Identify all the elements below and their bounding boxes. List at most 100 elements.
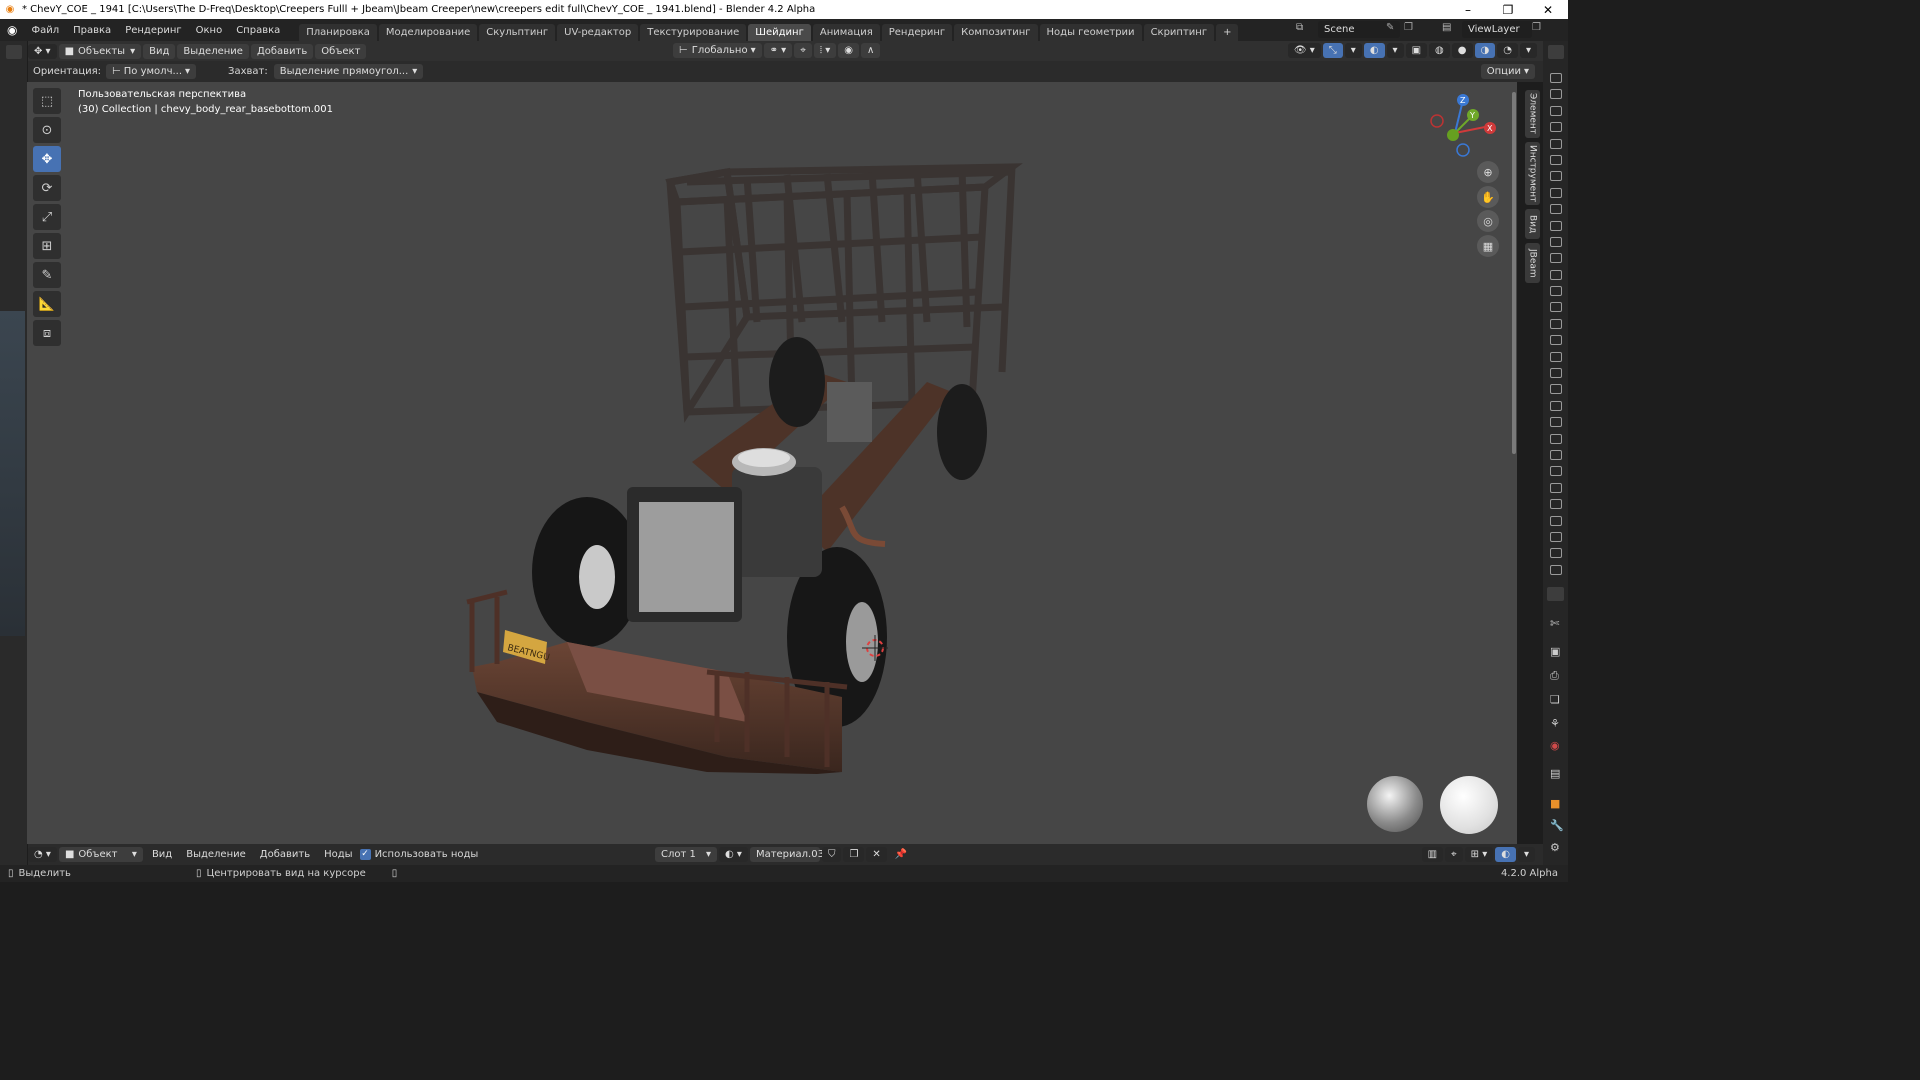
menu-window[interactable]: Окно bbox=[189, 25, 230, 36]
menu-file[interactable]: Файл bbox=[24, 25, 66, 36]
camera-icon[interactable] bbox=[1549, 204, 1562, 215]
3d-viewport[interactable]: BEATNGU Пользовательская перспектива (30… bbox=[27, 82, 1517, 844]
overlay-options[interactable]: ▾ bbox=[1517, 847, 1535, 862]
falloff-button[interactable]: ∧ bbox=[861, 43, 881, 58]
scale-tool-icon[interactable]: ⤢ bbox=[33, 204, 61, 230]
unlink-material-icon[interactable]: ✕ bbox=[866, 847, 887, 862]
tab-texture-paint[interactable]: Текстурирование bbox=[640, 24, 747, 41]
rotate-tool-icon[interactable]: ⟳ bbox=[33, 175, 61, 201]
camera-icon[interactable] bbox=[1549, 318, 1562, 329]
camera-icon[interactable] bbox=[1549, 105, 1562, 116]
minimize-button[interactable]: – bbox=[1448, 3, 1488, 17]
object-mode-selector[interactable]: ■ Объект ▾ bbox=[58, 847, 143, 862]
camera-icon[interactable] bbox=[1549, 548, 1562, 559]
node-wrangler-icon[interactable]: ▥ bbox=[1421, 847, 1444, 862]
shading-material-button[interactable]: ◑ bbox=[1474, 43, 1496, 58]
tab-rendering[interactable]: Рендеринг bbox=[881, 24, 953, 41]
menu-view[interactable]: Вид bbox=[143, 43, 176, 59]
camera-icon[interactable] bbox=[1549, 400, 1562, 411]
snap-toggle[interactable]: ⌖ bbox=[794, 43, 812, 58]
modifier-properties-icon[interactable]: 🔧 bbox=[1550, 819, 1564, 832]
gizmo-options[interactable]: ▾ bbox=[1344, 43, 1362, 58]
properties-editor-icon[interactable] bbox=[1547, 587, 1564, 601]
annotate-tool-icon[interactable]: ✎ bbox=[33, 262, 61, 288]
cursor-tool-icon[interactable]: ⊙ bbox=[33, 117, 61, 143]
orientation-selector[interactable]: ⊢ По умолч... ▾ bbox=[106, 64, 197, 79]
camera-icon[interactable] bbox=[1549, 286, 1562, 297]
shading-options[interactable]: ▾ bbox=[1519, 43, 1537, 58]
shading-solid-button[interactable]: ● bbox=[1451, 43, 1473, 58]
gizmo-toggle[interactable]: ⤡ bbox=[1322, 43, 1343, 58]
camera-icon[interactable] bbox=[1549, 466, 1562, 477]
camera-icon[interactable] bbox=[1549, 368, 1562, 379]
tab-layout[interactable]: Планировка bbox=[299, 24, 377, 41]
new-scene-icon[interactable]: ❐ bbox=[1404, 22, 1413, 33]
tab-scripting[interactable]: Скриптинг bbox=[1143, 24, 1215, 41]
transform-orientation-selector[interactable]: ⊢ Глобально ▾ bbox=[673, 43, 762, 58]
footer-menu-add[interactable]: Добавить bbox=[253, 849, 317, 860]
camera-icon[interactable] bbox=[1549, 236, 1562, 247]
object-properties-icon[interactable]: ■ bbox=[1550, 797, 1560, 810]
shading-rendered-button[interactable]: ◔ bbox=[1497, 43, 1518, 58]
camera-icon[interactable] bbox=[1549, 220, 1562, 231]
editor-type-button[interactable]: ◔ ▾ bbox=[28, 847, 57, 862]
physics-properties-icon[interactable]: ⚙ bbox=[1550, 841, 1560, 854]
slot-selector[interactable]: Слот 1 ▾ bbox=[655, 847, 717, 862]
sidebar-tab-view[interactable]: Вид bbox=[1525, 209, 1540, 239]
sidebar-tab-item[interactable]: Элемент bbox=[1525, 90, 1540, 138]
view-layer-properties-icon[interactable]: ❏ bbox=[1550, 693, 1560, 706]
tab-animation[interactable]: Анимация bbox=[812, 24, 880, 41]
camera-view-icon[interactable]: ◎ bbox=[1477, 210, 1499, 232]
menu-add[interactable]: Добавить bbox=[250, 43, 314, 59]
camera-icon[interactable] bbox=[1549, 499, 1562, 510]
camera-icon[interactable] bbox=[1549, 171, 1562, 182]
proportional-edit-toggle[interactable]: ◉ bbox=[838, 43, 860, 58]
overlay-options[interactable]: ▾ bbox=[1386, 43, 1404, 58]
add-workspace-button[interactable]: + bbox=[1216, 24, 1239, 41]
tab-shading[interactable]: Шейдинг bbox=[748, 24, 811, 41]
camera-icon[interactable] bbox=[1549, 187, 1562, 198]
world-properties-icon[interactable]: ◉ bbox=[1550, 739, 1560, 752]
outliner-icon[interactable] bbox=[1547, 45, 1564, 59]
footer-menu-select[interactable]: Выделение bbox=[179, 849, 253, 860]
perspective-grid-icon[interactable]: ▦ bbox=[1477, 235, 1499, 257]
tab-modeling[interactable]: Моделирование bbox=[378, 24, 478, 41]
zoom-icon[interactable]: ⊕ bbox=[1477, 161, 1499, 183]
scene-icon[interactable]: ⧉ bbox=[1296, 22, 1303, 33]
collection-properties-icon[interactable]: ▤ bbox=[1550, 767, 1560, 780]
camera-icon[interactable] bbox=[1549, 269, 1562, 280]
material-browse-icon[interactable]: ◐ ▾ bbox=[719, 847, 748, 862]
camera-icon[interactable] bbox=[1549, 384, 1562, 395]
add-cube-tool-icon[interactable]: ⧈ bbox=[33, 320, 61, 346]
camera-icon[interactable] bbox=[1549, 417, 1562, 428]
footer-menu-view[interactable]: Вид bbox=[145, 849, 179, 860]
pin-icon[interactable]: 📌 bbox=[889, 847, 913, 862]
overlay-icon[interactable]: ◐ bbox=[1495, 847, 1516, 862]
sidebar-tab-tool[interactable]: Инструмент bbox=[1525, 142, 1540, 205]
material-name-field[interactable]: Материал.036 bbox=[749, 847, 830, 862]
pin-icon[interactable]: ✎ bbox=[1386, 22, 1394, 33]
new-viewlayer-icon[interactable]: ❐ bbox=[1532, 22, 1541, 33]
menu-select[interactable]: Выделение bbox=[177, 43, 249, 59]
camera-icon[interactable] bbox=[1549, 335, 1562, 346]
editor-type-icon[interactable] bbox=[6, 45, 22, 59]
truck-model[interactable]: BEATNGU bbox=[27, 82, 1517, 844]
camera-icon[interactable] bbox=[1549, 482, 1562, 493]
select-box-tool-icon[interactable]: ⬚ bbox=[33, 88, 61, 114]
pan-hand-icon[interactable]: ✋ bbox=[1477, 186, 1499, 208]
move-tool-icon[interactable]: ✥ bbox=[33, 146, 61, 172]
mode-selector[interactable]: ■ Объекты ▾ bbox=[58, 43, 142, 59]
camera-icon[interactable] bbox=[1549, 433, 1562, 444]
blender-menu-icon[interactable]: ◉ bbox=[0, 23, 24, 37]
tab-sculpting[interactable]: Скульптинг bbox=[479, 24, 556, 41]
maximize-button[interactable]: ❐ bbox=[1488, 3, 1528, 17]
camera-icon[interactable] bbox=[1549, 122, 1562, 133]
navigation-gizmo[interactable]: X Y Z bbox=[1425, 88, 1505, 168]
camera-icon[interactable] bbox=[1549, 138, 1562, 149]
close-button[interactable]: ✕ bbox=[1528, 3, 1568, 17]
camera-icon[interactable] bbox=[1549, 449, 1562, 460]
menu-render[interactable]: Рендеринг bbox=[118, 25, 188, 36]
options-button[interactable]: Опции ▾ bbox=[1480, 64, 1535, 79]
output-properties-icon[interactable]: ⎙ bbox=[1550, 669, 1559, 683]
snap-target-button[interactable]: ⦙ ▾ bbox=[813, 43, 837, 58]
